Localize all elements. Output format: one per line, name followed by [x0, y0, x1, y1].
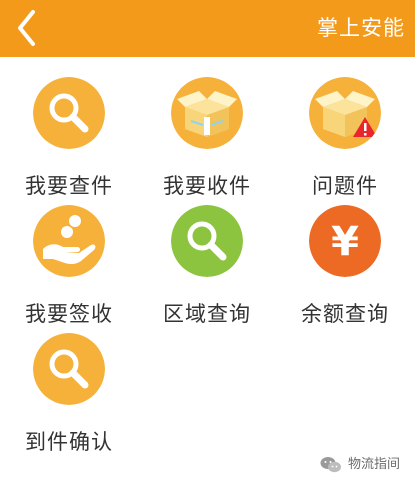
menu-item-label: 我要收件 [163, 174, 251, 198]
menu-item-label: 到件确认 [25, 430, 113, 454]
back-button[interactable] [6, 6, 46, 50]
chevron-left-icon [18, 10, 35, 46]
yen-icon: ¥ [309, 205, 381, 277]
menu-item-track-package[interactable]: 我要查件 [0, 77, 138, 202]
menu-item-label: 问题件 [312, 174, 378, 198]
box-warning-icon [309, 77, 381, 149]
watermark-text: 物流指间 [348, 457, 401, 472]
menu-item-label: 我要查件 [25, 174, 113, 198]
menu-item-area-query[interactable]: 区域查询 [138, 205, 276, 330]
menu-item-problem-package[interactable]: 问题件 [276, 77, 414, 202]
search-icon [171, 205, 243, 277]
open-box-icon [171, 77, 243, 149]
hand-coins-icon [33, 205, 105, 277]
menu-item-label: 我要签收 [25, 302, 113, 326]
page-title: 掌上安能 [317, 16, 405, 40]
watermark: 物流指间 [320, 455, 400, 475]
app-header: 掌上安能 [0, 0, 415, 57]
menu-item-balance-query[interactable]: ¥ 余额查询 [276, 205, 414, 330]
wechat-icon [320, 457, 341, 473]
menu-item-label: 区域查询 [163, 302, 251, 326]
menu-item-label: 余额查询 [301, 302, 389, 326]
search-icon [33, 333, 105, 405]
menu-item-receive-package[interactable]: 我要收件 [138, 77, 276, 202]
menu-item-sign-package[interactable]: 我要签收 [0, 205, 138, 330]
menu-item-arrival-confirm[interactable]: 到件确认 [0, 333, 138, 458]
svg-text:¥: ¥ [331, 219, 359, 265]
search-icon [33, 77, 105, 149]
